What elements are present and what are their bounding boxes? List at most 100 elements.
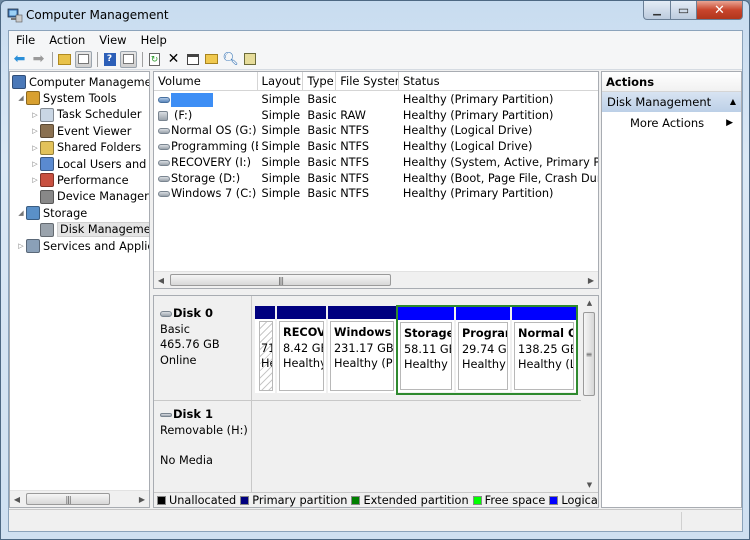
forward-arrow-icon: ➡ — [32, 51, 45, 67]
partition-block[interactable]: RECOVERY (I:) 8.42 GB NTFS Healthy (System… — [277, 306, 326, 393]
scrollbar-thumb[interactable]: ≡ — [583, 312, 595, 396]
collapsed-arrow-icon[interactable]: ▷ — [30, 111, 40, 119]
volume-row[interactable]: Programming (E:)Simple BasicNTFS Healthy (… — [154, 139, 598, 155]
volume-list-horizontal-scrollbar[interactable]: ◀ ||| ▶ — [154, 271, 598, 288]
tree-horizontal-scrollbar[interactable]: ◀ ||| ▶ — [10, 490, 149, 507]
column-header-status[interactable]: Status — [399, 72, 598, 91]
tree-item-device-manager[interactable]: Device Manager — [30, 189, 149, 205]
storage-icon — [26, 206, 40, 221]
volume-name: (F:) — [174, 108, 193, 122]
collapse-up-icon[interactable]: ▲ — [730, 92, 736, 112]
column-header-type[interactable]: Type — [303, 72, 337, 91]
help-button[interactable]: ? — [101, 51, 118, 68]
menu-view[interactable]: View — [92, 31, 133, 49]
volume-name: Storage (D:) — [171, 171, 241, 185]
volume-row[interactable]: Storage (D:) Simple Basic NTFS Healthy (Boot… — [154, 171, 598, 187]
expanded-arrow-icon[interactable]: ◢ — [16, 94, 26, 102]
menu-help[interactable]: Help — [134, 31, 174, 49]
partition-block[interactable]: Windows 7 (C:) 231.17 GB NTFS Healthy (Pri… — [328, 306, 396, 393]
collapsed-arrow-icon[interactable]: ▷ — [30, 144, 40, 152]
refresh-button[interactable]: ↻ — [146, 51, 163, 68]
scrollbar-thumb[interactable]: ||| — [26, 493, 110, 505]
disk-1-info[interactable]: Disk 1 Removable (H:) No Media — [154, 401, 252, 493]
tree-item-storage[interactable]: ◢ Storage — [16, 205, 87, 221]
tree-item-system-tools[interactable]: ◢ System Tools — [16, 90, 117, 106]
close-button[interactable]: ✕ — [697, 1, 743, 20]
scroll-right-arrow-icon[interactable]: ▶ — [135, 491, 149, 507]
scroll-up-arrow-icon[interactable]: ▲ — [581, 296, 598, 310]
volume-row[interactable]: Simple Basic Healthy (Primary Partition) — [154, 92, 598, 108]
file-system-cell: NTFS — [336, 139, 399, 155]
partition-name: RECOVERY (I:) — [283, 326, 323, 339]
disk-0-info[interactable]: Disk 0 Basic 465.76 GB Online — [154, 296, 252, 400]
column-header-file-system[interactable]: File System — [336, 72, 399, 91]
shared-folders-icon — [40, 140, 54, 155]
toolbar-separator — [52, 51, 53, 67]
disk-management-icon — [40, 222, 54, 237]
disk-view-vertical-scrollbar[interactable]: ▲ ≡ ▼ — [581, 296, 598, 492]
actions-pane: Actions Disk Management ▲ More Actions ▶ — [601, 71, 742, 508]
minimize-button[interactable]: ▁ — [643, 1, 671, 20]
scroll-left-arrow-icon[interactable]: ◀ — [154, 272, 168, 288]
menu-file[interactable]: File — [9, 31, 42, 49]
search-button[interactable]: 🔍︎ — [222, 51, 239, 68]
tree-item-shared-folders[interactable]: ▷ Shared Folders — [30, 140, 141, 156]
tree-item-event-viewer[interactable]: ▷ Event Viewer — [30, 123, 131, 139]
partition-details: Storage (D:) 58.11 GB NTFS Healthy (Boot, … — [400, 322, 452, 390]
show-hide-action-pane-button[interactable] — [120, 50, 137, 68]
back-button[interactable]: ⬅ — [11, 51, 28, 68]
tree-item-services-and-applications[interactable]: ▷ Services and Applications — [16, 238, 149, 254]
scroll-left-arrow-icon[interactable]: ◀ — [10, 491, 24, 507]
volume-disk-icon — [158, 191, 170, 198]
show-hide-console-tree-button[interactable] — [75, 50, 92, 68]
expanded-arrow-icon[interactable]: ◢ — [16, 209, 26, 217]
open-button[interactable] — [203, 51, 220, 68]
title-bar[interactable]: Computer Management ▁ ▭ ✕ — [1, 1, 749, 30]
volume-row[interactable]: RECOVERY (I:) Simple Basic NTFS Healthy (Sys… — [154, 155, 598, 171]
tree-item-label: Disk Management — [57, 222, 149, 238]
up-level-button[interactable] — [56, 51, 73, 68]
partition-size: 71 — [261, 341, 272, 355]
partition-block[interactable]: Programming (E:) 29.74 GB NTFS Healthy (Lo… — [456, 307, 510, 392]
collapsed-arrow-icon[interactable]: ▷ — [16, 242, 26, 250]
cell-text: Healthy (Boot, Page File, Crash Dump, Lo… — [402, 171, 598, 185]
tree-item-task-scheduler[interactable]: ▷ Task Scheduler — [30, 107, 142, 123]
scroll-right-arrow-icon[interactable]: ▶ — [584, 272, 598, 288]
volume-row[interactable]: Windows 7 (C:) Simple Basic NTFS Healthy (Pr… — [154, 186, 598, 202]
actions-section-disk-management[interactable]: Disk Management ▲ — [602, 92, 741, 112]
tree-item-disk-management[interactable]: Disk Management — [30, 222, 149, 238]
tree-item-local-users-and-groups[interactable]: ▷ Local Users and Groups — [30, 156, 149, 172]
cell-text: Healthy (Logical Drive) — [402, 140, 533, 154]
collapsed-arrow-icon[interactable]: ▷ — [30, 160, 40, 168]
more-actions-item[interactable]: More Actions ▶ — [602, 112, 741, 134]
volume-cell: Windows 7 (C:) — [154, 186, 258, 202]
status-bar-divider — [681, 512, 682, 530]
maximize-button[interactable]: ▭ — [671, 1, 697, 20]
scrollbar-thumb[interactable]: ||| — [170, 274, 391, 286]
partition-block[interactable]: 71 He — [255, 306, 275, 393]
partition-status: Healthy (System, Active, Primary Partiti… — [283, 357, 324, 370]
partition-block[interactable]: Storage (D:) 58.11 GB NTFS Healthy (Boot, … — [398, 307, 454, 392]
collapsed-arrow-icon[interactable]: ▷ — [30, 176, 40, 184]
menu-action[interactable]: Action — [42, 31, 92, 49]
column-header-volume[interactable]: Volume — [154, 72, 258, 91]
volume-disk-icon — [158, 175, 170, 182]
status-cell: Healthy (Primary Partition) — [399, 186, 598, 202]
tree-item-computer-management[interactable]: Computer Management — [12, 74, 149, 90]
disk-settings-button[interactable] — [241, 51, 258, 68]
delete-button[interactable]: ✕ — [165, 51, 182, 68]
tree-item-performance[interactable]: ▷ Performance — [30, 172, 129, 188]
volume-name: RECOVERY (I:) — [171, 155, 252, 169]
scroll-down-arrow-icon[interactable]: ▼ — [581, 478, 598, 492]
properties-button[interactable] — [184, 51, 201, 68]
legend-swatch — [472, 495, 482, 505]
partition-status: Healthy (Primary Partition) — [334, 357, 393, 370]
collapsed-arrow-icon[interactable]: ▷ — [30, 127, 40, 135]
forward-button[interactable]: ➡ — [30, 51, 47, 68]
volume-row[interactable]: (F:) Simple Basic RAW Healthy (Primary Parti… — [154, 108, 598, 124]
partition-block[interactable]: Normal OS (G:) 138.25 GB NTFS Healthy (Log… — [512, 307, 576, 392]
cell-text: Basic — [307, 108, 337, 122]
volume-disk-icon — [158, 159, 170, 166]
column-header-layout[interactable]: Layout — [258, 72, 304, 91]
volume-row[interactable]: Normal OS (G:) Simple Basic NTFS Healthy (Lo… — [154, 123, 598, 139]
